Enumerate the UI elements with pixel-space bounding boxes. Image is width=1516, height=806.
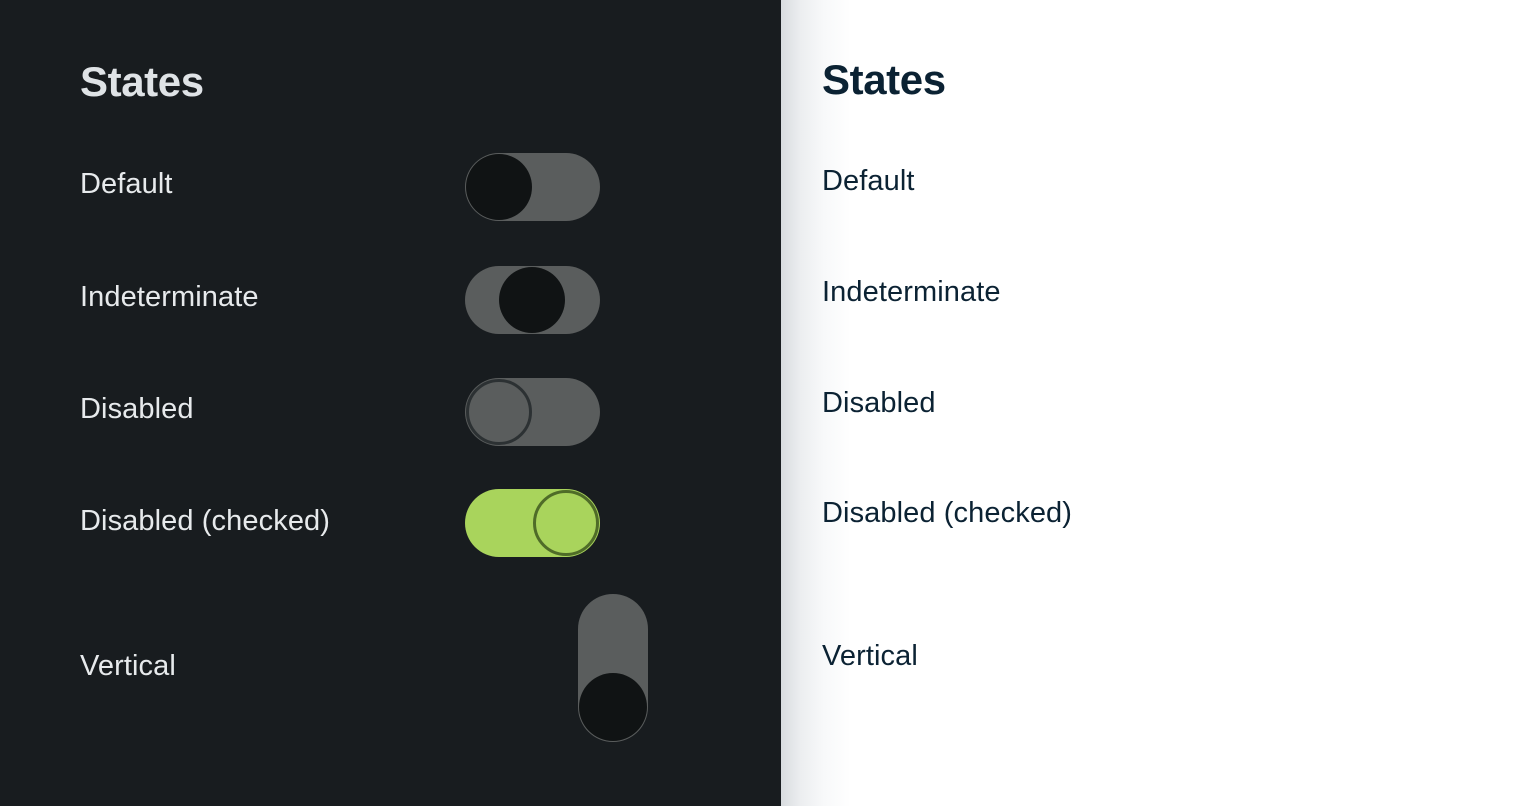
row-label-disabled-dark: Disabled [80,393,194,425]
switch-default-dark[interactable] [465,153,600,221]
switch-disabled-dark [465,378,600,446]
row-disabled-checked-dark: Disabled (checked) [80,505,330,538]
dark-theme-panel: States Default Indeterminate Disabled Di… [0,0,781,806]
switch-knob-icon [466,379,532,445]
switch-knob-icon [499,267,565,333]
row-label-indeterminate-light: Indeterminate [822,276,1001,308]
switch-states-showcase: States Default Indeterminate Disabled Di… [0,0,1516,806]
switch-indeterminate-dark[interactable] [465,266,600,334]
row-label-indeterminate-dark: Indeterminate [80,281,259,313]
row-label-default-light: Default [822,165,915,197]
row-label-default-dark: Default [80,168,173,200]
row-disabled-checked-light: Disabled (checked) [822,497,1072,530]
switch-knob-icon [579,673,647,741]
row-vertical-dark: Vertical [80,650,176,683]
row-label-disabled-checked-light: Disabled (checked) [822,497,1073,529]
page-title-light: States [822,56,946,103]
row-default-dark: Default [80,168,173,201]
row-indeterminate-light: Indeterminate [822,276,1001,309]
switch-knob-icon [466,154,532,220]
row-vertical-light: Vertical [822,640,918,673]
switch-disabled-checked-dark [465,489,600,557]
row-label-vertical-light: Vertical [822,640,918,672]
page-title-dark: States [80,58,204,105]
switch-knob-icon [533,490,599,556]
switch-vertical-dark[interactable] [578,594,648,742]
row-label-disabled-checked-dark: Disabled (checked) [80,505,331,537]
row-default-light: Default [822,165,915,198]
row-label-vertical-dark: Vertical [80,650,176,682]
light-theme-panel: States Default Indeterminate Disabled Di… [781,0,1516,806]
row-disabled-light: Disabled [822,387,936,420]
row-label-disabled-light: Disabled [822,387,936,419]
row-disabled-dark: Disabled [80,393,194,426]
row-indeterminate-dark: Indeterminate [80,281,259,314]
